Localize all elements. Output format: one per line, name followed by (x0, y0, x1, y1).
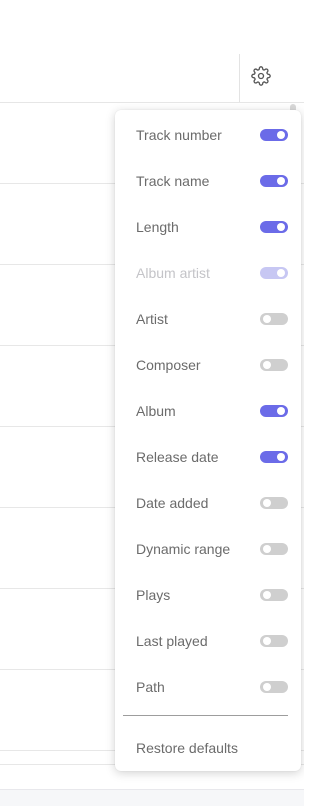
toggle-switch (260, 267, 288, 279)
column-toggle-length[interactable]: Length (115, 204, 301, 250)
table-header (0, 0, 304, 103)
column-toggle-label: Path (136, 679, 165, 695)
toggle-knob (263, 683, 271, 691)
restore-defaults-button[interactable]: Restore defaults (136, 740, 238, 756)
toggle-knob (263, 315, 271, 323)
column-visibility-menu: Track number Track name Length Album art… (115, 110, 301, 771)
toggle-knob (263, 545, 271, 553)
column-toggle-album-artist: Album artist (115, 250, 301, 296)
column-toggle-label: Last played (136, 633, 208, 649)
toggle-switch[interactable] (260, 175, 288, 187)
column-toggle-track-number[interactable]: Track number (115, 112, 301, 158)
toggle-knob (263, 361, 271, 369)
toggle-switch[interactable] (260, 405, 288, 417)
column-toggle-label: Track number (136, 127, 222, 143)
toggle-switch[interactable] (260, 681, 288, 693)
column-toggle-last-played[interactable]: Last played (115, 618, 301, 664)
column-toggle-plays[interactable]: Plays (115, 572, 301, 618)
column-toggle-label: Artist (136, 311, 168, 327)
column-toggle-artist[interactable]: Artist (115, 296, 301, 342)
toggle-switch[interactable] (260, 359, 288, 371)
toggle-knob (263, 637, 271, 645)
toggle-switch[interactable] (260, 543, 288, 555)
column-toggle-list: Track number Track name Length Album art… (115, 112, 301, 710)
toggle-switch[interactable] (260, 589, 288, 601)
column-toggle-release-date[interactable]: Release date (115, 434, 301, 480)
toggle-knob (263, 499, 271, 507)
column-toggle-label: Composer (136, 357, 201, 373)
toggle-knob (277, 407, 285, 415)
column-toggle-dynamic-range[interactable]: Dynamic range (115, 526, 301, 572)
menu-divider (123, 715, 288, 716)
toggle-knob (277, 131, 285, 139)
toggle-switch[interactable] (260, 313, 288, 325)
toggle-knob (277, 269, 285, 277)
toggle-switch[interactable] (260, 451, 288, 463)
column-toggle-label: Album (136, 403, 176, 419)
footer-bar (0, 789, 304, 806)
toggle-switch[interactable] (260, 221, 288, 233)
column-toggle-label: Plays (136, 587, 171, 603)
toggle-knob (277, 453, 285, 461)
column-toggle-date-added[interactable]: Date added (115, 480, 301, 526)
column-toggle-composer[interactable]: Composer (115, 342, 301, 388)
header-divider (239, 54, 240, 102)
column-toggle-label: Dynamic range (136, 541, 231, 557)
toggle-switch[interactable] (260, 497, 288, 509)
toggle-knob (263, 591, 271, 599)
track-list-page: Track number Track name Length Album art… (0, 0, 304, 806)
column-toggle-path[interactable]: Path (115, 664, 301, 710)
column-toggle-label: Album artist (136, 265, 210, 281)
column-toggle-label: Release date (136, 449, 219, 465)
toggle-switch[interactable] (260, 129, 288, 141)
column-toggle-track-name[interactable]: Track name (115, 158, 301, 204)
column-toggle-album[interactable]: Album (115, 388, 301, 434)
toggle-switch[interactable] (260, 635, 288, 647)
column-settings-button[interactable] (244, 62, 278, 94)
toggle-knob (277, 223, 285, 231)
column-toggle-label: Track name (136, 173, 210, 189)
column-toggle-label: Length (136, 219, 179, 235)
column-toggle-label: Date added (136, 495, 209, 511)
toggle-knob (277, 177, 285, 185)
gear-icon (251, 65, 271, 91)
